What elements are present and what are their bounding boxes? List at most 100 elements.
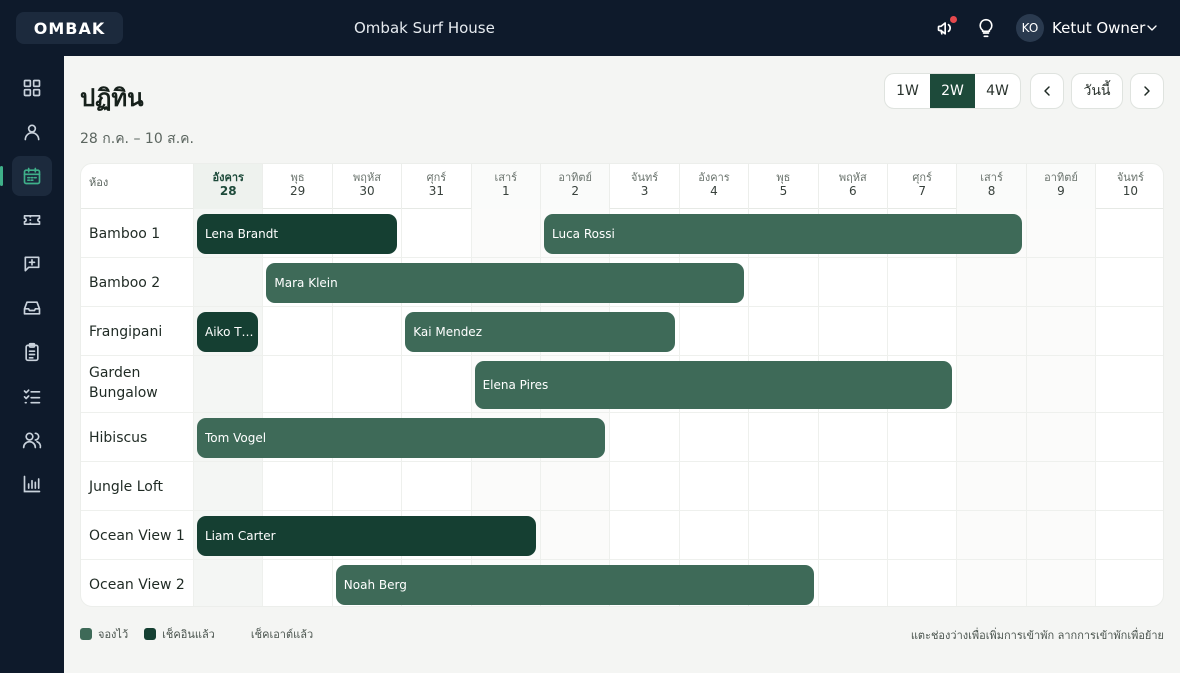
booking-bar[interactable]: Noah Berg — [335, 564, 814, 605]
calendar-cell[interactable] — [609, 462, 678, 510]
nav-tasks[interactable] — [12, 332, 52, 372]
calendar-cell[interactable] — [193, 258, 263, 306]
calendar-cell[interactable] — [678, 307, 748, 355]
calendar-cell[interactable] — [748, 258, 817, 306]
nav-calendar[interactable] — [12, 156, 52, 196]
next-period-button[interactable] — [1130, 73, 1164, 109]
calendar-cell[interactable] — [540, 511, 610, 559]
booking-bar[interactable]: Tom Vogel — [197, 417, 606, 458]
calendar-cell[interactable] — [193, 560, 263, 606]
calendar-cell[interactable] — [1025, 356, 1096, 412]
calendar-cell[interactable] — [678, 462, 748, 510]
calendar-cell[interactable] — [1095, 462, 1163, 510]
calendar-cell[interactable] — [401, 462, 470, 510]
calendar-cell[interactable] — [678, 511, 748, 559]
calendar-cell[interactable] — [817, 413, 887, 461]
today-button[interactable]: วันนี้ — [1071, 73, 1123, 109]
booking-bar[interactable]: Elena Pires — [474, 360, 953, 409]
calendar-cell[interactable] — [331, 462, 401, 510]
booking-bar[interactable]: Lena Brandt — [197, 213, 398, 254]
calendar-cell[interactable] — [609, 413, 678, 461]
calendar-cell[interactable] — [262, 560, 331, 606]
calendar-cell[interactable] — [956, 356, 1026, 412]
announcement-button[interactable] — [934, 16, 958, 40]
calendar-cell[interactable] — [401, 209, 470, 257]
calendar-cell[interactable] — [1095, 307, 1163, 355]
calendar-cell[interactable] — [262, 356, 331, 412]
view-1w-button[interactable]: 1W — [885, 74, 930, 108]
calendar-cell[interactable] — [887, 462, 956, 510]
calendar-cell[interactable] — [1025, 307, 1096, 355]
view-4w-button[interactable]: 4W — [975, 74, 1020, 108]
calendar-cell[interactable] — [470, 209, 540, 257]
booking-bar[interactable]: Aiko T… — [197, 311, 259, 352]
calendar-cell[interactable] — [956, 258, 1026, 306]
nav-tickets[interactable] — [12, 200, 52, 240]
calendar-cell[interactable] — [1025, 511, 1096, 559]
calendar-cell[interactable] — [956, 511, 1026, 559]
calendar-cell[interactable] — [262, 462, 331, 510]
calendar-cell[interactable] — [817, 258, 887, 306]
calendar-cell[interactable] — [540, 462, 610, 510]
calendar-cell[interactable] — [748, 413, 817, 461]
calendar-cell[interactable] — [1095, 356, 1163, 412]
prev-period-button[interactable] — [1030, 73, 1064, 109]
nav-checklist[interactable] — [12, 376, 52, 416]
booking-bar[interactable]: Kai Mendez — [405, 311, 675, 352]
calendar-cell[interactable] — [887, 511, 956, 559]
calendar-cell[interactable] — [817, 511, 887, 559]
calendar-cell[interactable] — [678, 413, 748, 461]
booking-calendar: ห้อง อังคาร 28 พุธ 29 พฤหัส 30 ศุกร์ 31 เสาร์ 1 อา… — [80, 163, 1164, 607]
booking-bar[interactable]: Liam Carter — [197, 515, 536, 556]
booking-bar[interactable]: Luca Rossi — [544, 213, 1022, 254]
nav-inbox[interactable] — [12, 288, 52, 328]
calendar-cell[interactable] — [817, 462, 887, 510]
calendar-cell[interactable] — [956, 560, 1026, 606]
calendar-cell[interactable] — [887, 413, 956, 461]
nav-guests[interactable] — [12, 420, 52, 460]
calendar-cell[interactable] — [1025, 413, 1096, 461]
room-row: Frangipani Aiko T… Kai Mendez — [81, 307, 1163, 356]
calendar-cell[interactable] — [193, 356, 263, 412]
calendar-cell[interactable] — [748, 511, 817, 559]
calendar-cell[interactable] — [470, 462, 540, 510]
calendar-cell[interactable] — [817, 307, 887, 355]
nav-messages[interactable] — [12, 244, 52, 284]
calendar-cell[interactable] — [1025, 258, 1096, 306]
calendar-cell[interactable] — [817, 560, 887, 606]
calendar-cell[interactable] — [1025, 462, 1096, 510]
calendar-cell[interactable] — [331, 356, 401, 412]
booking-bar[interactable]: Mara Klein — [266, 262, 745, 303]
calendar-cell[interactable] — [193, 462, 263, 510]
nav-reports[interactable] — [12, 464, 52, 504]
calendar-cell[interactable] — [1095, 258, 1163, 306]
user-name[interactable]: Ketut Owner — [1052, 19, 1145, 37]
calendar-cell[interactable] — [609, 511, 678, 559]
calendar-cell[interactable] — [748, 462, 817, 510]
calendar-cell[interactable] — [1095, 209, 1163, 257]
calendar-cell[interactable] — [401, 356, 470, 412]
calendar-cell[interactable] — [1095, 511, 1163, 559]
calendar-cell[interactable] — [331, 307, 401, 355]
calendar-cell[interactable] — [748, 307, 817, 355]
day-name: พฤหัส — [353, 171, 381, 184]
calendar-cell[interactable] — [956, 413, 1026, 461]
day-name: จันทร์ — [631, 171, 659, 184]
calendar-cell[interactable] — [956, 462, 1026, 510]
calendar-cell[interactable] — [262, 307, 331, 355]
app-logo[interactable]: OMBAK — [16, 12, 123, 44]
calendar-cell[interactable] — [1095, 560, 1163, 606]
nav-dashboard[interactable] — [12, 68, 52, 108]
nav-profile[interactable] — [12, 112, 52, 152]
calendar-cell[interactable] — [1025, 209, 1096, 257]
chevron-down-icon[interactable] — [1144, 20, 1160, 36]
calendar-cell[interactable] — [1025, 560, 1096, 606]
tips-button[interactable] — [974, 16, 998, 40]
user-avatar[interactable]: KO — [1016, 14, 1044, 42]
calendar-cell[interactable] — [1095, 413, 1163, 461]
calendar-cell[interactable] — [887, 307, 956, 355]
calendar-cell[interactable] — [887, 258, 956, 306]
view-2w-button[interactable]: 2W — [930, 74, 975, 108]
calendar-cell[interactable] — [956, 307, 1026, 355]
calendar-cell[interactable] — [887, 560, 956, 606]
